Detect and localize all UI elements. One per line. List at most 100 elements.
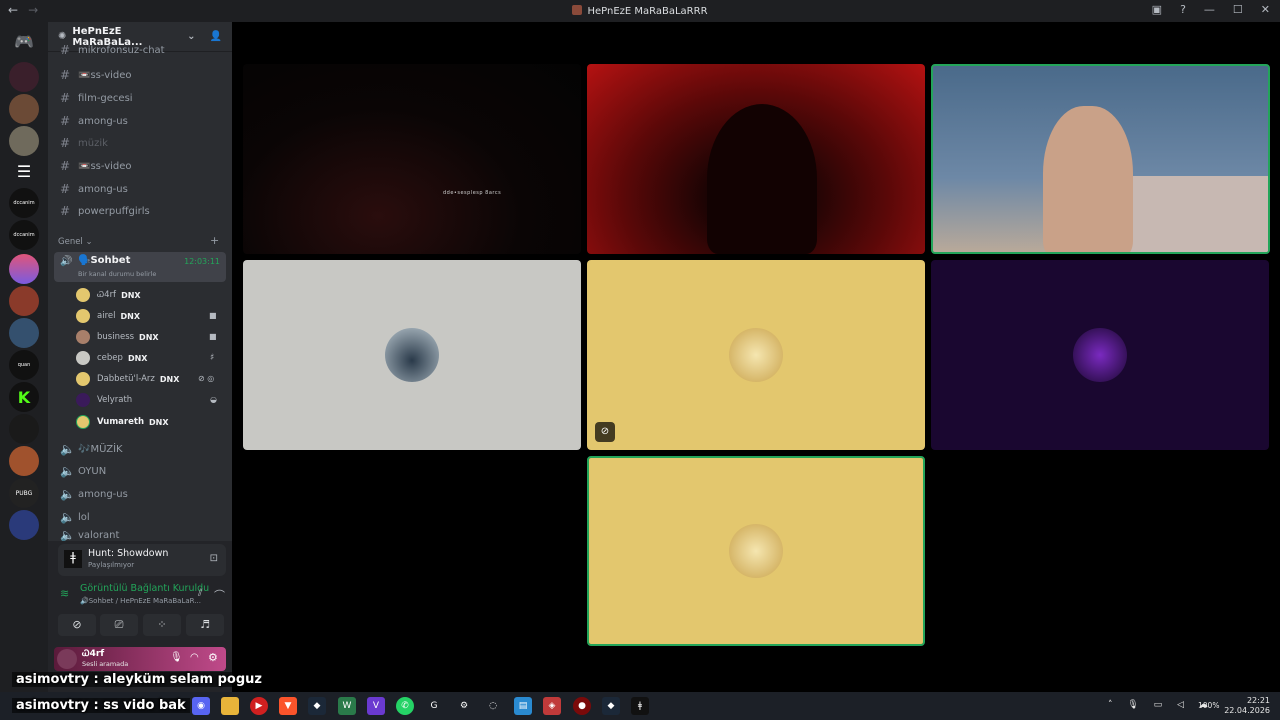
server-icon-10[interactable]: quan xyxy=(9,350,39,380)
server-icon-3[interactable] xyxy=(9,126,39,156)
add-member-icon[interactable]: 👤 xyxy=(210,31,222,42)
app-icon-g[interactable]: G xyxy=(425,697,443,715)
channel-item[interactable]: # powerpuffgirls xyxy=(54,201,226,221)
voice-user[interactable]: business DNX xyxy=(76,327,159,347)
hash-icon: # xyxy=(60,182,71,196)
hash-icon: # xyxy=(60,159,71,173)
app-icon-v[interactable]: V xyxy=(367,697,385,715)
video-tile-webcam[interactable] xyxy=(931,64,1270,254)
speaker-icon: 🔈 xyxy=(60,510,75,524)
minimize-button[interactable]: — xyxy=(1204,3,1215,16)
voice-user[interactable]: Vumareth DNX xyxy=(76,412,169,432)
kick-icon[interactable]: K xyxy=(9,382,39,412)
server-badge-icon: ✺ xyxy=(58,31,67,42)
soundboard-button[interactable]: ♬ xyxy=(186,614,224,636)
chat-message: asimovtry : aleyküm selam poguz xyxy=(12,672,266,687)
active-voice-channel[interactable]: 🔊 🗣️Sohbet 12:03:11 Bir kanal durumu bel… xyxy=(54,252,226,282)
help-icon[interactable]: ? xyxy=(1180,3,1186,16)
steam-icon-2[interactable]: ◆ xyxy=(602,697,620,715)
voice-channel[interactable]: 🔈 🎶MÜZİK xyxy=(54,439,226,459)
steam-icon[interactable]: ◆ xyxy=(308,697,326,715)
settings-taskbar-icon[interactable]: ⚙ xyxy=(455,697,473,715)
channel-item[interactable]: # 📼ss-video xyxy=(54,65,226,85)
stream-icon[interactable]: ⊡ xyxy=(210,553,218,564)
avatar xyxy=(385,328,439,382)
connection-status: ≋ Görüntülü Bağlantı Kuruldu 🔊Sohbet / H… xyxy=(60,583,225,605)
close-button[interactable]: ✕ xyxy=(1261,3,1270,16)
voice-channel[interactable]: 🔈 among-us xyxy=(54,484,226,504)
media-icon[interactable]: ▶ xyxy=(250,697,268,715)
bed xyxy=(1123,176,1268,252)
avatar xyxy=(729,524,783,578)
server-icon-8[interactable] xyxy=(9,286,39,316)
activities-button[interactable]: ⁘ xyxy=(143,614,181,636)
server-icon-7[interactable] xyxy=(9,254,39,284)
channel-item[interactable]: # among-us xyxy=(54,179,226,199)
voice-channel[interactable]: 🔈 valorant xyxy=(54,529,226,541)
hunt-icon[interactable]: ǂ xyxy=(631,697,649,715)
video-tile-purple[interactable] xyxy=(931,260,1269,450)
voice-user[interactable]: Velyrath xyxy=(76,390,132,410)
channel-item[interactable]: # müzik xyxy=(54,133,226,153)
inbox-icon[interactable]: ▣ xyxy=(1152,3,1162,16)
app-icon-shield[interactable]: ◈ xyxy=(543,697,561,715)
category-header[interactable]: Genel ⌄ xyxy=(58,237,93,247)
app-icon-record[interactable]: ● xyxy=(573,697,591,715)
brave-icon[interactable]: ▼ xyxy=(279,697,297,715)
video-tile-gold-speaking[interactable] xyxy=(587,456,925,646)
menu-icon[interactable]: ☰ xyxy=(9,156,39,186)
channel-item[interactable]: # mikrofonsuz-chat xyxy=(54,44,226,56)
camera-off-button[interactable]: ⊘ xyxy=(58,614,96,636)
activity-card[interactable]: ǂ Hunt: Showdown Paylaşılmıyor ⊡ xyxy=(58,544,226,576)
app-icon-w[interactable]: W xyxy=(338,697,356,715)
headphones-icon[interactable]: ◠ xyxy=(190,652,199,663)
avatar xyxy=(1073,328,1127,382)
video-grid: dde•sesplesp 8arcs ⊘ xyxy=(232,22,1280,692)
voice-user[interactable]: airel DNX xyxy=(76,306,140,326)
server-icon-2[interactable] xyxy=(9,94,39,124)
game-icon: ǂ xyxy=(64,550,82,568)
channel-item[interactable]: # among-us xyxy=(54,111,226,131)
whatsapp-icon[interactable]: ✆ xyxy=(396,697,414,715)
server-icon-9[interactable] xyxy=(9,318,39,348)
server-icon-1[interactable] xyxy=(9,62,39,92)
voice-channel[interactable]: 🔈 OYUN xyxy=(54,461,226,481)
app-icon-image[interactable]: ▤ xyxy=(514,697,532,715)
voice-user[interactable]: Dabbetü'l-Arz DNX xyxy=(76,369,179,389)
microphone-icon[interactable]: 🎙 xyxy=(170,652,183,663)
channel-item[interactable]: # film-gecesi xyxy=(54,88,226,108)
server-icon-6[interactable]: dccanim xyxy=(9,220,39,250)
video-tile-dark[interactable]: dde•sesplesp 8arcs xyxy=(243,64,581,254)
server-icon-13[interactable] xyxy=(9,446,39,476)
app-icon-c[interactable]: ◌ xyxy=(484,697,502,715)
speaker-icon: 🔈 xyxy=(60,487,75,501)
video-tile-gray[interactable] xyxy=(243,260,581,450)
server-icon-5[interactable]: dccanim xyxy=(9,188,39,218)
maximize-button[interactable]: ☐ xyxy=(1233,3,1243,16)
noise-suppression-icon[interactable]: ⫽ xyxy=(198,588,202,599)
hash-icon: # xyxy=(60,44,71,56)
server-icon-12[interactable] xyxy=(9,414,39,444)
clock[interactable]: 22:21 22.04.2026 xyxy=(1224,696,1270,716)
video-tile-red[interactable] xyxy=(587,64,925,254)
screen-share-button[interactable]: ⎚ xyxy=(100,614,138,636)
voice-channel[interactable]: 🔈 lol xyxy=(54,507,226,527)
person-silhouette xyxy=(707,104,817,254)
disconnect-icon[interactable]: ⌒ xyxy=(214,587,225,603)
folder-icon[interactable] xyxy=(221,697,239,715)
pubg-icon[interactable]: PUBG xyxy=(9,478,39,508)
discord-taskbar-icon[interactable]: ◉ xyxy=(192,697,210,715)
server-icon-15[interactable] xyxy=(9,510,39,540)
chevron-down-icon[interactable]: ⌄ xyxy=(187,31,195,42)
person xyxy=(1043,106,1133,252)
settings-gear-icon[interactable]: ⚙ xyxy=(208,651,218,664)
avatar[interactable] xyxy=(57,649,77,669)
create-channel-icon[interactable]: + xyxy=(210,234,219,247)
avatar xyxy=(76,309,90,323)
video-tile-gold[interactable]: ⊘ xyxy=(587,260,925,450)
voice-user[interactable]: Ꮗ4rf DNX xyxy=(76,285,141,305)
voice-user[interactable]: cebep DNX xyxy=(76,348,147,368)
channel-item[interactable]: # 📼ss-video xyxy=(54,156,226,176)
window-title: HePnEzE MaRaBaLaRRR xyxy=(0,5,1280,17)
discord-home-icon[interactable]: 🎮 xyxy=(9,26,39,56)
